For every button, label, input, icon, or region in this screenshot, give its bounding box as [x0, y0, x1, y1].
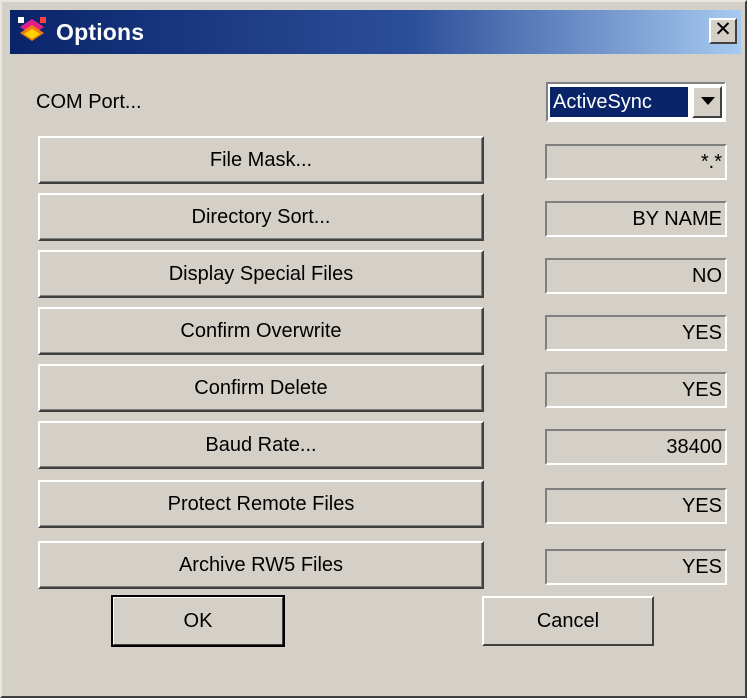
confirm-overwrite-value: YES	[545, 315, 727, 351]
combo-dropdown-button[interactable]	[692, 86, 722, 118]
baud-rate-button[interactable]: Baud Rate...	[38, 421, 484, 469]
file-mask-value: *.*	[545, 144, 727, 180]
directory-sort-value: BY NAME	[545, 201, 727, 237]
app-logo-icon	[16, 15, 48, 47]
com-port-selected-value[interactable]: ActiveSync	[550, 87, 688, 117]
close-button[interactable]: ✕	[709, 18, 737, 44]
archive-rw5-files-button[interactable]: Archive RW5 Files	[38, 541, 484, 589]
protect-remote-files-button[interactable]: Protect Remote Files	[38, 480, 484, 528]
confirm-delete-value: YES	[545, 372, 727, 408]
window-title: Options	[56, 19, 145, 45]
com-port-select[interactable]: ActiveSync	[546, 82, 726, 122]
display-special-files-button[interactable]: Display Special Files	[38, 250, 484, 298]
cancel-button[interactable]: Cancel	[482, 596, 654, 646]
protect-remote-files-value: YES	[545, 488, 727, 524]
com-port-label: COM Port...	[36, 91, 142, 113]
close-icon: ✕	[714, 18, 732, 41]
ok-button[interactable]: OK	[111, 595, 285, 647]
display-special-files-value: NO	[545, 258, 727, 294]
options-dialog: Options ✕ COM Port... ActiveSync File Ma…	[0, 0, 747, 698]
confirm-delete-button[interactable]: Confirm Delete	[38, 364, 484, 412]
baud-rate-value: 38400	[545, 429, 727, 465]
directory-sort-button[interactable]: Directory Sort...	[38, 193, 484, 241]
chevron-down-icon	[701, 97, 715, 105]
title-bar[interactable]: Options ✕	[10, 10, 741, 54]
file-mask-button[interactable]: File Mask...	[38, 136, 484, 184]
archive-rw5-files-value: YES	[545, 549, 727, 585]
confirm-overwrite-button[interactable]: Confirm Overwrite	[38, 307, 484, 355]
